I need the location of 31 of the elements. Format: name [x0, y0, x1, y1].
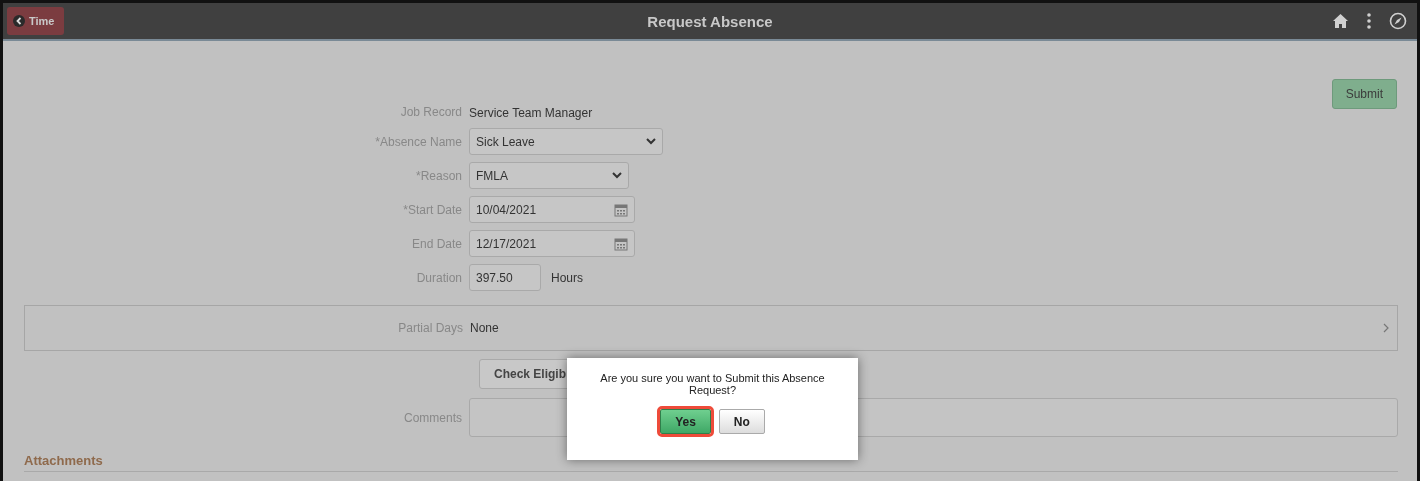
compass-icon[interactable] [1389, 12, 1407, 30]
page-title: Request Absence [647, 12, 773, 30]
field-label: *Absence Name [374, 134, 463, 149]
field-label: End Date [410, 236, 463, 251]
dropdown-field[interactable]: Sick Leave [469, 128, 663, 155]
unit-label: Hours [551, 270, 583, 285]
date-field[interactable]: 10/04/2021 [469, 196, 635, 223]
field-label: *Start Date [402, 202, 463, 217]
field-label: Duration [415, 270, 463, 285]
dropdown-field[interactable]: FMLA [469, 162, 629, 189]
calendar-icon[interactable] [614, 202, 628, 217]
field-value: Service Team Manager [469, 106, 593, 120]
home-icon[interactable] [1332, 13, 1349, 29]
submit-button[interactable]: Submit [1331, 79, 1397, 109]
back-button[interactable]: Time [7, 7, 65, 35]
back-chevron-icon [13, 15, 25, 27]
field-value: None [470, 321, 500, 335]
field-label: Job Record [399, 105, 463, 119]
yes-button[interactable]: Yes [660, 409, 711, 434]
calendar-icon[interactable] [614, 236, 628, 251]
more-icon[interactable] [1367, 13, 1371, 29]
field-label: Comments [403, 410, 463, 425]
field-label: *Reason [414, 168, 463, 183]
partial-days-row[interactable]: Partial Days None [24, 305, 1398, 351]
chevron-down-icon [646, 138, 656, 145]
chevron-down-icon [612, 172, 622, 179]
date-field[interactable]: 12/17/2021 [469, 230, 635, 257]
chevron-right-icon [1383, 323, 1389, 333]
no-button[interactable]: No [718, 409, 765, 434]
field-label: Partial Days [397, 321, 464, 335]
input-field[interactable]: 397.50 [469, 264, 541, 291]
